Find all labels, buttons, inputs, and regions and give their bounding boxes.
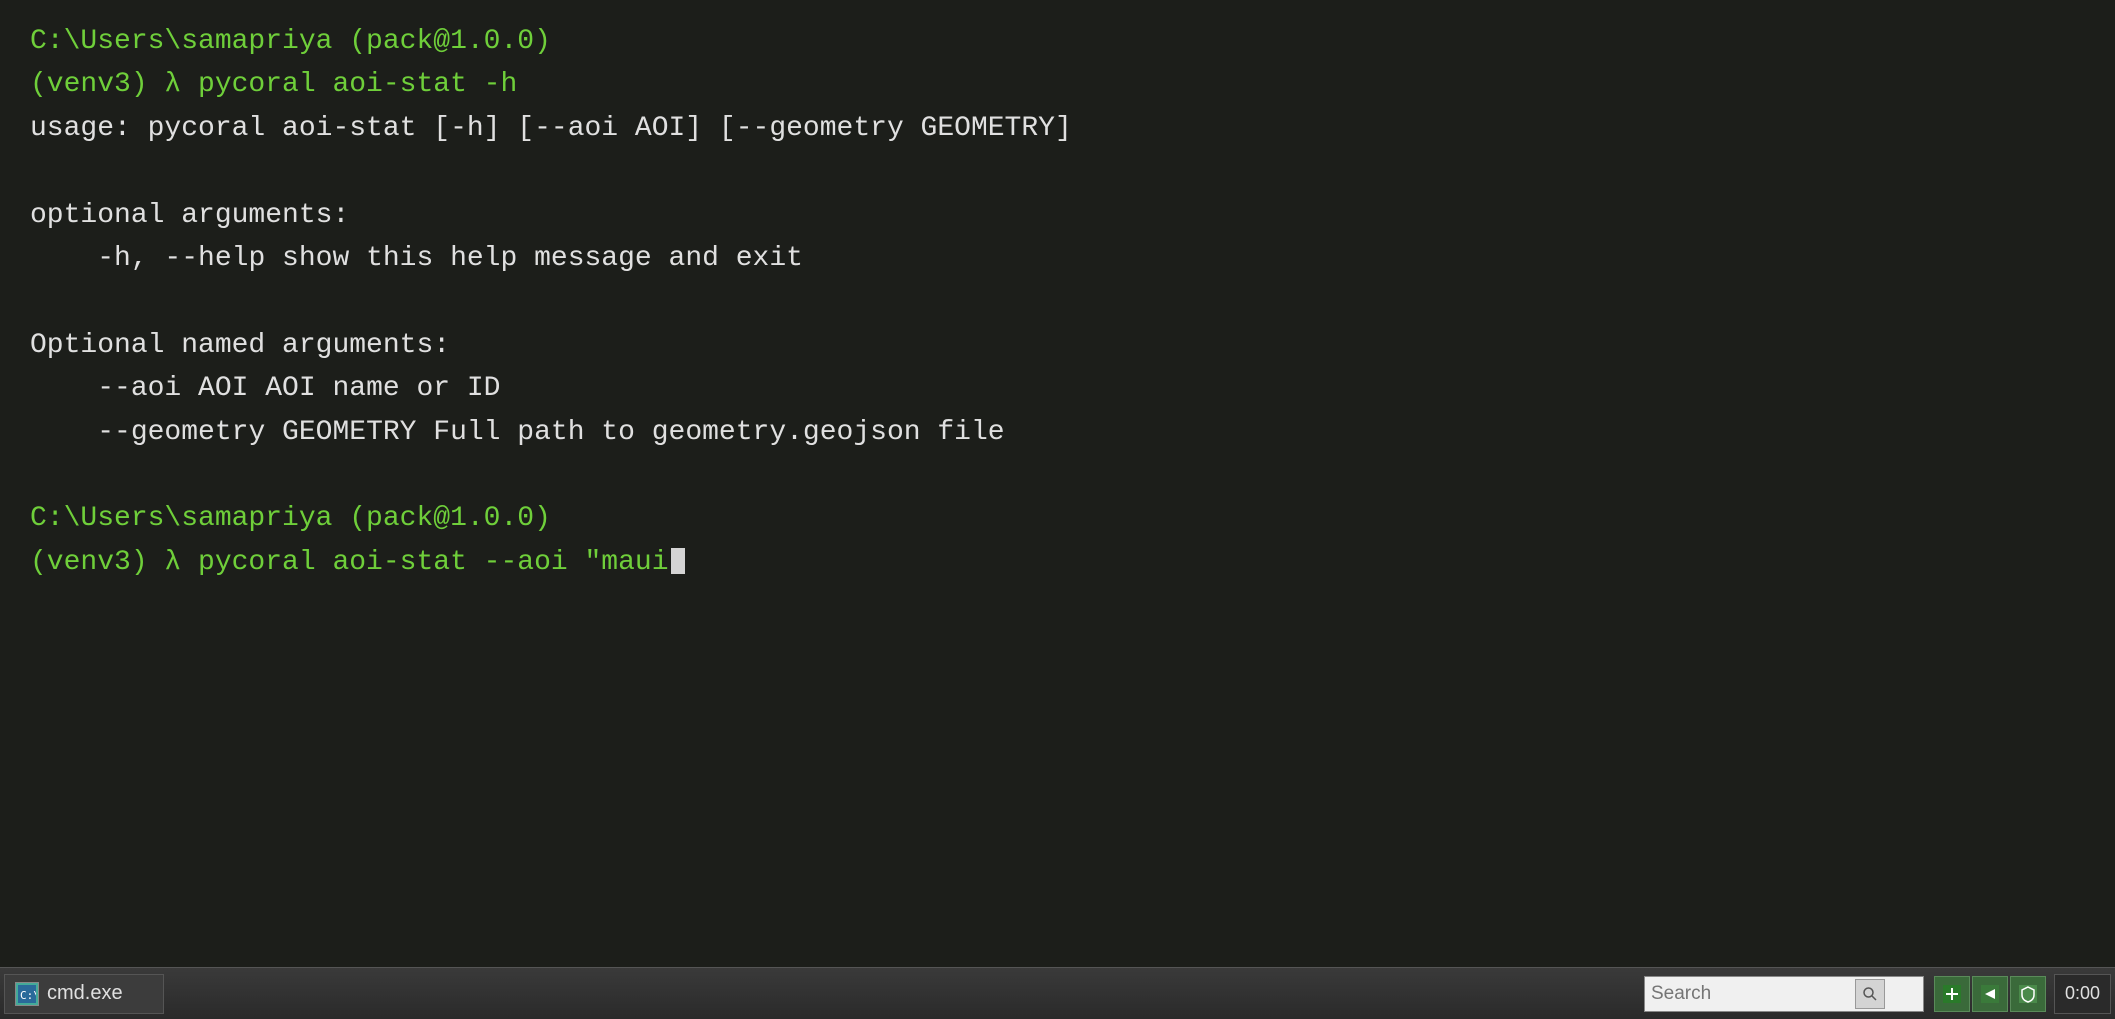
terminal-line-2: (venv3) λ pycoral aoi-stat -h xyxy=(30,63,2085,106)
taskbar-icon-1[interactable] xyxy=(1934,976,1970,1012)
terminal-line-6: -h, --help show this help message and ex… xyxy=(30,237,2085,280)
taskbar-icon-3[interactable] xyxy=(2010,976,2046,1012)
terminal-line-8: Optional named arguments: xyxy=(30,324,2085,367)
arrow-icon xyxy=(1981,985,1999,1003)
clock: 0:00 xyxy=(2054,974,2111,1014)
taskbar-system-icons xyxy=(1934,976,2046,1012)
plus-icon xyxy=(1943,985,1961,1003)
cmd-icon: C:\ xyxy=(15,982,39,1006)
taskbar-app-label: cmd.exe xyxy=(47,982,123,1005)
taskbar-icon-2[interactable] xyxy=(1972,976,2008,1012)
shield-icon xyxy=(2019,985,2037,1003)
terminal-line-1: C:\Users\samapriya (pack@1.0.0) xyxy=(30,20,2085,63)
taskbar: C:\ cmd.exe xyxy=(0,967,2115,1019)
terminal-line-13: (venv3) λ pycoral aoi-stat --aoi "maui xyxy=(30,541,2085,584)
taskbar-app-button[interactable]: C:\ cmd.exe xyxy=(4,974,164,1014)
search-area xyxy=(1644,976,1924,1012)
terminal-line-blank-1 xyxy=(30,150,2085,193)
search-icon xyxy=(1862,986,1878,1002)
terminal-line-blank-3 xyxy=(30,454,2085,497)
svg-text:C:\: C:\ xyxy=(20,989,36,1002)
terminal-line-9: --aoi AOI AOI name or ID xyxy=(30,367,2085,410)
terminal-cursor xyxy=(671,548,685,574)
terminal-line-5: optional arguments: xyxy=(30,194,2085,237)
terminal-line-12: C:\Users\samapriya (pack@1.0.0) xyxy=(30,497,2085,540)
terminal-line-blank-2 xyxy=(30,280,2085,323)
search-icon-button[interactable] xyxy=(1855,979,1885,1009)
terminal-line-3: usage: pycoral aoi-stat [-h] [--aoi AOI]… xyxy=(30,107,2085,150)
terminal-window: C:\Users\samapriya (pack@1.0.0) (venv3) … xyxy=(0,0,2115,967)
search-input[interactable] xyxy=(1651,983,1851,1005)
terminal-line-10: --geometry GEOMETRY Full path to geometr… xyxy=(30,411,2085,454)
